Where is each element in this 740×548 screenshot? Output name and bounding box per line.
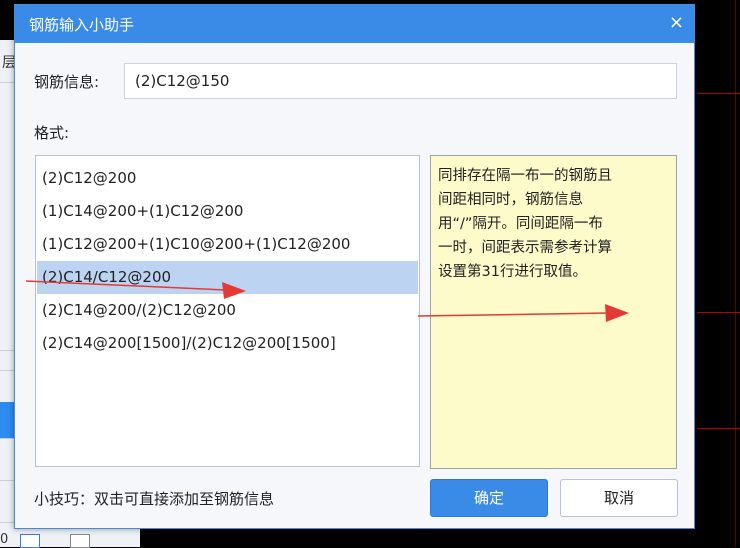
format-list-item[interactable]: (2)C12@200 <box>37 162 418 195</box>
tip-text: 小技巧：双击可直接添加至钢筋信息 <box>34 490 275 508</box>
format-description: 同排存在隔一布一的钢筋且 间距相同时，钢筋信息 用“/”隔开。同间距隔一布 一时… <box>430 155 677 469</box>
background-drawing-line <box>735 0 736 547</box>
background-spin-box <box>20 534 40 548</box>
cancel-button[interactable]: 取消 <box>560 479 678 517</box>
background-checkbox <box>70 534 90 548</box>
dialog-title-bar[interactable]: 钢筋输入小助手 × <box>15 5 694 43</box>
format-list-item[interactable]: (2)C14/C12@200 <box>37 261 418 294</box>
rebar-info-label: 钢筋信息: <box>34 73 100 91</box>
background-value: 0 <box>0 532 9 547</box>
background-drawing-line <box>697 93 740 94</box>
format-list-item[interactable]: (1)C14@200+(1)C12@200 <box>37 195 418 228</box>
rebar-input-helper-dialog: 钢筋输入小助手 × 钢筋信息: 格式: (2)C12@200(1)C14@200… <box>14 4 695 529</box>
format-list-item[interactable]: (1)C12@200+(1)C10@200+(1)C12@200 <box>37 228 418 261</box>
format-list-item[interactable]: (2)C14@200/(2)C12@200 <box>37 294 418 327</box>
dialog-title: 钢筋输入小助手 <box>29 16 135 34</box>
background-drawing-line <box>697 428 740 429</box>
format-list[interactable]: (2)C12@200 (1)C14@200+(1)C12@200 (1)C12@20… <box>35 155 420 467</box>
ok-button[interactable]: 确定 <box>430 479 548 517</box>
format-label: 格式: <box>34 124 70 142</box>
background-selected-row <box>0 402 14 438</box>
background-drawing-line <box>697 312 740 313</box>
close-icon[interactable]: × <box>669 12 684 33</box>
format-list-item[interactable]: (2)C14@200[1500]/(2)C12@200[1500] <box>37 327 418 360</box>
rebar-info-input[interactable] <box>124 63 677 99</box>
